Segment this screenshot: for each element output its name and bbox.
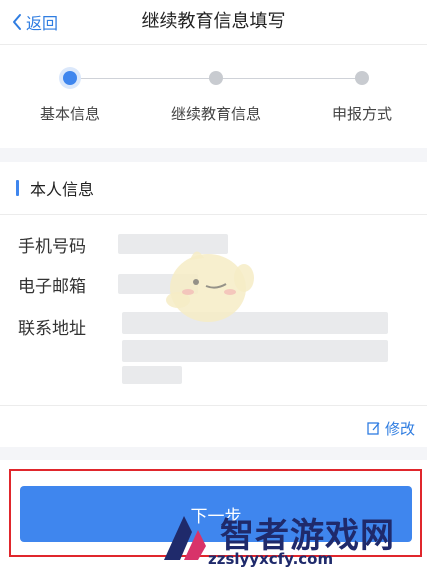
step-dot-basic-info bbox=[63, 71, 77, 85]
address-label: 联系地址 bbox=[18, 319, 86, 339]
email-label: 电子邮箱 bbox=[18, 277, 86, 297]
step-dot-declaration bbox=[355, 71, 369, 85]
mascot-watermark-icon bbox=[166, 251, 254, 322]
section-accent-bar bbox=[16, 180, 19, 196]
section-title: 本人信息 bbox=[30, 180, 95, 199]
watermark-url: zzslyyxcfy.com bbox=[208, 550, 334, 568]
step-label-basic-info: 基本信息 bbox=[39, 105, 101, 123]
phone-label: 手机号码 bbox=[18, 237, 86, 257]
step-dot-education-info bbox=[209, 71, 223, 85]
address-value-redacted bbox=[122, 366, 182, 384]
page-title: 继续教育信息填写 bbox=[141, 11, 286, 32]
edit-label: 修改 bbox=[384, 419, 415, 438]
step-label-education-info: 继续教育信息 bbox=[170, 105, 262, 123]
step-label-declaration: 申报方式 bbox=[331, 105, 393, 123]
site-watermark: 智者游戏网 zzslyyxcfy.com bbox=[150, 508, 427, 574]
edit-icon bbox=[367, 422, 380, 435]
divider bbox=[0, 405, 427, 406]
edit-button[interactable]: 修改 bbox=[367, 418, 415, 438]
divider bbox=[0, 214, 427, 215]
step-connector bbox=[70, 78, 216, 79]
watermark-logo-icon bbox=[164, 516, 206, 560]
step-indicator: 基本信息 继续教育信息 申报方式 bbox=[0, 45, 427, 148]
nav-bar: 返回 继续教育信息填写 bbox=[0, 0, 427, 45]
address-value-redacted bbox=[122, 340, 388, 362]
step-connector bbox=[216, 78, 362, 79]
